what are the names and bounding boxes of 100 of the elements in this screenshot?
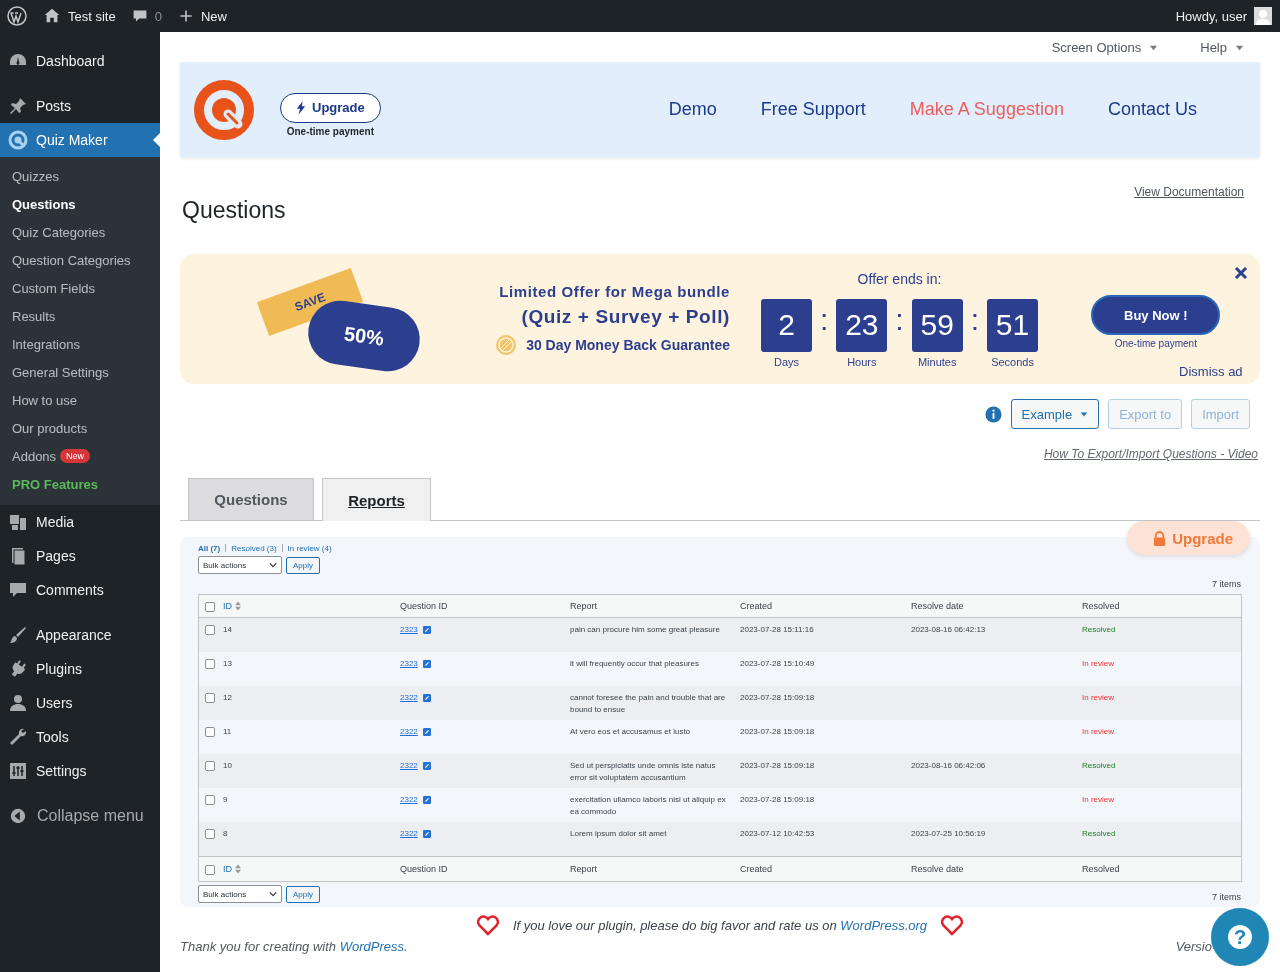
question-link[interactable]: 2322 — [400, 692, 418, 704]
new-link[interactable]: New — [177, 8, 227, 24]
menu-item[interactable]: Plugins — [0, 652, 160, 686]
documentation-link[interactable]: View Documentation — [1134, 185, 1244, 199]
filter-link[interactable]: Resolved (3) — [231, 543, 277, 553]
bulk-actions-select[interactable]: Bulk actions — [198, 556, 282, 574]
question-link[interactable]: 2323 — [400, 624, 418, 636]
user-icon — [8, 693, 28, 713]
site-link[interactable]: Test site — [43, 7, 116, 25]
countdown-value: 59 — [911, 298, 963, 352]
nav-link[interactable]: Free Support — [760, 99, 866, 120]
status-text: Resolved — [1082, 624, 1116, 636]
menu-item[interactable]: Settings — [0, 754, 160, 788]
status-text: In review — [1082, 794, 1114, 806]
menu-item[interactable]: Media — [0, 505, 160, 539]
page-title: Questions — [182, 197, 286, 224]
collapse-menu-button[interactable]: Collapse menu — [0, 799, 160, 833]
submenu-item[interactable]: General Settings — [0, 358, 160, 386]
column-header[interactable]: ID — [223, 600, 241, 612]
table-cell: 2023-08-16 06:42:06 — [911, 760, 986, 772]
upgrade-button[interactable]: Upgrade — [280, 92, 381, 123]
checkbox[interactable] — [205, 601, 215, 612]
column-header: Resolved — [1082, 863, 1120, 875]
table-cell: 13 — [223, 658, 232, 670]
comments-link[interactable]: 0 — [131, 8, 162, 24]
buy-now-button[interactable]: Buy Now ! — [1091, 295, 1221, 335]
payment-note: One-time payment — [286, 125, 374, 137]
submenu-item[interactable]: Our products — [0, 414, 160, 442]
submenu-item[interactable]: Addons New — [0, 442, 160, 470]
new-badge: New — [60, 449, 91, 463]
video-link[interactable]: How To Export/Import Questions - Video — [1043, 447, 1258, 461]
column-header: Created — [740, 600, 773, 612]
media-icon — [8, 512, 28, 532]
sliders-icon — [8, 761, 28, 781]
comment-icon — [131, 8, 148, 24]
wordpress-link[interactable]: WordPress — [339, 939, 404, 954]
submenu-item[interactable]: Integrations — [0, 330, 160, 358]
status-text: In review — [1082, 692, 1114, 704]
example-dropdown[interactable]: Example — [1010, 399, 1100, 429]
edit-icon — [422, 830, 431, 838]
submenu-item[interactable]: Questions — [0, 190, 160, 218]
info-icon[interactable] — [984, 405, 1002, 423]
account-link[interactable]: Howdy, user — [1175, 7, 1272, 25]
apply-button[interactable]: Apply — [286, 556, 320, 574]
screen-meta-toggle[interactable]: Help — [1184, 39, 1260, 55]
menu-item[interactable]: Quiz Maker — [0, 123, 160, 157]
wrench-icon — [8, 727, 28, 747]
menu-item[interactable]: Tools — [0, 720, 160, 754]
checkbox[interactable] — [205, 829, 215, 839]
table-cell-text: exercitation ullamco laboris nisi ut aliquip ex ea commodo — [570, 794, 727, 818]
quiz-icon — [8, 130, 28, 150]
submenu-item[interactable]: Quizzes — [0, 162, 160, 190]
sort-icon — [235, 864, 241, 874]
bulk-actions-select[interactable]: Bulk actions — [198, 885, 282, 903]
question-link[interactable]: 2322 — [400, 828, 418, 840]
checkbox[interactable] — [205, 693, 215, 703]
question-link[interactable]: 2323 — [400, 658, 418, 670]
checkbox[interactable] — [205, 795, 215, 805]
submenu-item[interactable]: How to use — [0, 386, 160, 414]
checkbox[interactable] — [205, 864, 215, 875]
submenu-item[interactable]: Quiz Categories — [0, 218, 160, 246]
pin-icon — [8, 96, 28, 116]
column-header[interactable]: ID — [223, 863, 241, 875]
menu-item[interactable]: Pages — [0, 539, 160, 573]
checkbox[interactable] — [205, 625, 215, 635]
menu-item[interactable]: Comments — [0, 573, 160, 607]
tab[interactable]: Questions — [188, 478, 314, 520]
countdown-label: Days — [773, 355, 800, 368]
close-icon[interactable] — [1234, 266, 1248, 280]
dismiss-link[interactable]: Dismiss ad — [1179, 364, 1243, 379]
wordpress-org-link[interactable]: WordPress.org — [840, 917, 928, 933]
filter-link[interactable]: In review (4) — [287, 543, 332, 553]
submenu-item[interactable]: Custom Fields — [0, 274, 160, 302]
apply-button[interactable]: Apply — [286, 885, 320, 903]
checkbox[interactable] — [205, 761, 215, 771]
tab[interactable]: Reports — [322, 478, 431, 521]
nav-link[interactable]: Demo — [668, 99, 717, 120]
help-button[interactable]: ? — [1211, 908, 1269, 966]
table-cell: 2023-07-12 10:42:53 — [740, 828, 815, 840]
checkbox[interactable] — [205, 659, 215, 669]
menu-item[interactable]: Dashboard — [0, 44, 160, 78]
submenu-item[interactable]: PRO Features — [0, 470, 160, 498]
question-link[interactable]: 2322 — [400, 726, 418, 738]
comment-icon — [8, 580, 28, 600]
question-link[interactable]: 2322 — [400, 760, 418, 772]
countdown-label: Hours — [847, 355, 877, 368]
menu-item[interactable]: Posts — [0, 89, 160, 123]
question-link[interactable]: 2322 — [400, 794, 418, 806]
checkbox[interactable] — [205, 727, 215, 737]
offer-title: Limited Offer for Mega bundle — [499, 282, 730, 300]
menu-item[interactable]: Appearance — [0, 618, 160, 652]
column-header: Question ID — [400, 600, 448, 612]
screen-meta-toggle[interactable]: Screen Options — [1035, 39, 1175, 55]
filter-link[interactable]: All (7) — [198, 543, 221, 553]
submenu-item[interactable]: Results — [0, 302, 160, 330]
heart-icon — [939, 913, 966, 937]
menu-item[interactable]: Users — [0, 686, 160, 720]
submenu-item[interactable]: Question Categories — [0, 246, 160, 274]
nav-link[interactable]: Contact Us — [1107, 99, 1197, 120]
caret-icon — [1080, 410, 1089, 418]
